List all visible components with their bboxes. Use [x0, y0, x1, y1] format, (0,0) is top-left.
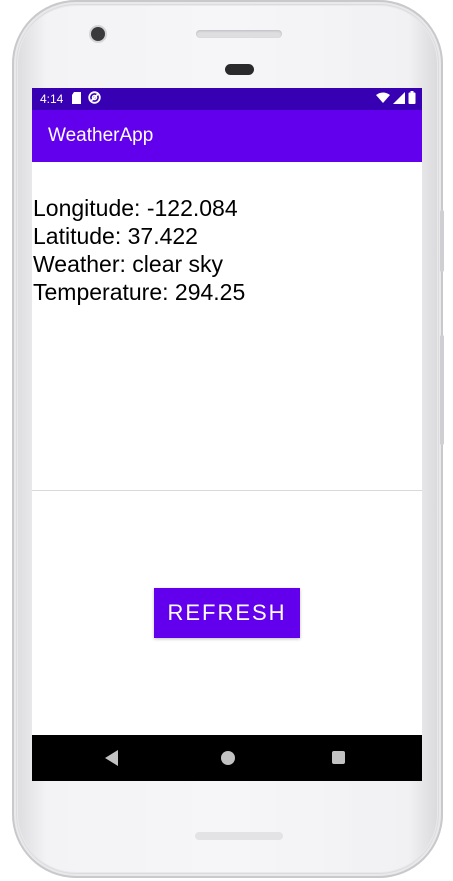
weather-info: Longitude: -122.084 Latitude: 37.422 Wea…	[33, 194, 245, 306]
latitude-text: Latitude: 37.422	[33, 223, 198, 249]
device-screen: 4:14 WeatherApp Longitude: -122.084 Lati…	[32, 88, 422, 781]
front-camera	[91, 27, 105, 41]
signal-icon	[393, 91, 405, 107]
sd-card-icon	[72, 91, 82, 107]
divider	[32, 490, 422, 491]
navigation-bar	[32, 735, 422, 781]
proximity-sensor	[225, 64, 254, 75]
wifi-icon	[376, 92, 390, 107]
longitude-text: Longitude: -122.084	[33, 195, 238, 221]
temperature-text: Temperature: 294.25	[33, 279, 246, 305]
bottom-speaker	[195, 832, 283, 840]
battery-icon	[408, 91, 416, 107]
weather-text: Weather: clear sky	[33, 251, 224, 277]
home-icon[interactable]	[221, 751, 235, 765]
volume-button[interactable]	[440, 335, 444, 445]
recents-icon[interactable]	[332, 751, 345, 764]
app-title: WeatherApp	[48, 125, 154, 146]
power-button[interactable]	[440, 210, 444, 272]
app-bar: WeatherApp	[32, 110, 422, 162]
status-bar: 4:14	[32, 88, 422, 110]
earpiece-speaker	[196, 30, 282, 38]
back-icon[interactable]	[105, 750, 118, 766]
status-icons-right	[376, 91, 416, 107]
refresh-button[interactable]: REFRESH	[154, 588, 300, 638]
status-time: 4:14	[40, 92, 64, 106]
sync-icon	[88, 91, 102, 107]
